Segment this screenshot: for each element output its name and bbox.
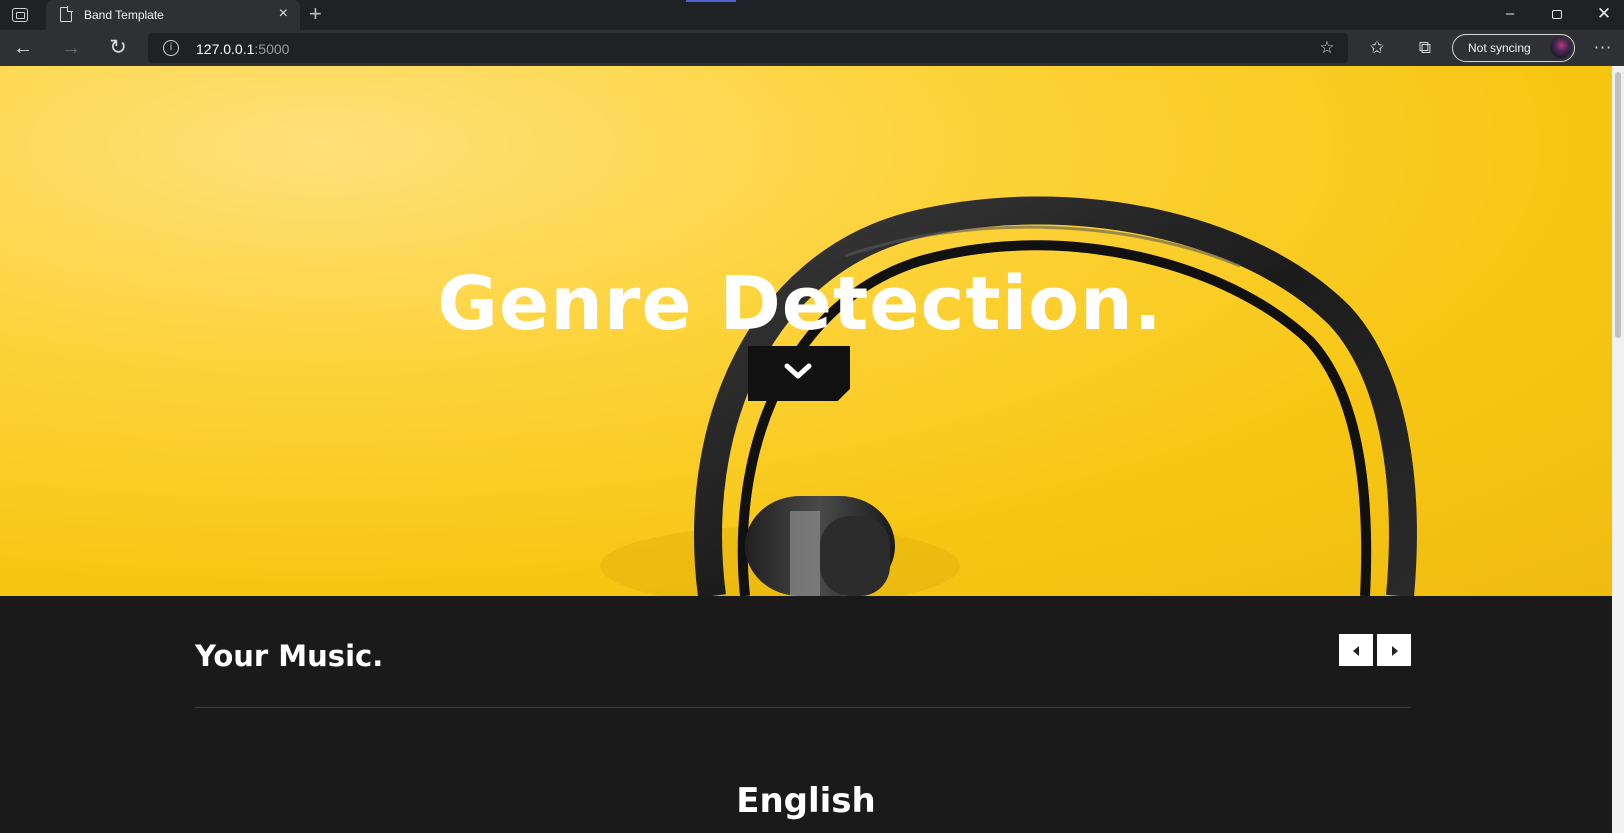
browser-toolbar: ← → ↻ i 127.0.0.1:5000 ☆ ✩ ⧉ Not syncing…: [0, 30, 1624, 66]
url-host: 127.0.0.1: [196, 41, 255, 57]
info-icon[interactable]: i: [163, 40, 179, 56]
browser-tab-bar: Band Template × + – ✕: [0, 0, 1624, 30]
url-text[interactable]: 127.0.0.1:5000: [196, 41, 289, 57]
hero-banner: Genre Detection.: [0, 66, 1612, 596]
add-favorite-icon[interactable]: ☆: [1316, 38, 1338, 58]
url-port: :5000: [254, 41, 290, 57]
next-button[interactable]: [1377, 634, 1411, 666]
tab-accent-bar: [686, 0, 736, 2]
tab-title: Band Template: [84, 8, 164, 22]
scroll-down-button[interactable]: [748, 346, 850, 401]
genre-heading: English: [736, 781, 876, 821]
profile-sync-button[interactable]: Not syncing: [1452, 34, 1575, 62]
hero-title: Genre Detection.: [437, 261, 1163, 347]
forward-icon[interactable]: →: [58, 35, 84, 61]
address-bar[interactable]: i 127.0.0.1:5000: [148, 33, 1348, 63]
sync-label: Not syncing: [1468, 41, 1531, 55]
restore-icon: [1552, 10, 1562, 19]
close-window-button[interactable]: ✕: [1592, 4, 1616, 24]
browser-tab[interactable]: Band Template ×: [46, 0, 300, 30]
collections-icon[interactable]: ⧉: [1414, 38, 1436, 58]
page-scrollbar[interactable]: [1612, 66, 1624, 833]
chevron-down-icon: [784, 363, 812, 379]
favorites-icon[interactable]: ✩: [1366, 38, 1388, 58]
tab-actions-icon[interactable]: [12, 8, 28, 22]
maximize-button[interactable]: [1545, 4, 1569, 25]
minimize-button[interactable]: –: [1498, 4, 1522, 24]
tab-close-icon[interactable]: ×: [279, 5, 288, 23]
page-icon: [60, 6, 73, 22]
section-divider: [195, 707, 1411, 708]
your-music-section: Your Music. English: [0, 596, 1612, 833]
more-icon[interactable]: ···: [1592, 38, 1614, 58]
section-title: Your Music.: [195, 639, 384, 673]
caret-left-icon: [1353, 646, 1359, 656]
back-icon[interactable]: ←: [10, 35, 36, 61]
previous-button[interactable]: [1339, 634, 1373, 666]
caret-right-icon: [1392, 646, 1398, 656]
new-tab-button[interactable]: +: [309, 2, 322, 26]
reload-icon[interactable]: ↻: [105, 35, 131, 61]
web-page: Genre Detection. Your Music. English: [0, 66, 1612, 833]
profile-avatar: [1550, 37, 1571, 58]
scrollbar-thumb[interactable]: [1615, 72, 1621, 338]
